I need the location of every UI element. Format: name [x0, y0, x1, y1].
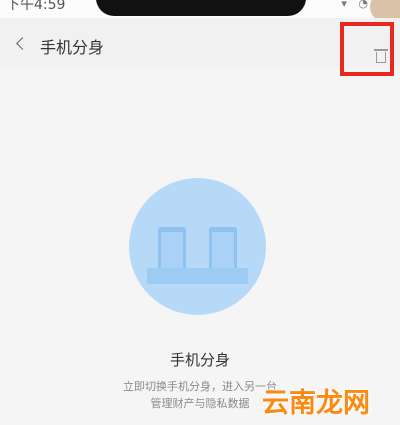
back-button[interactable] — [10, 28, 34, 58]
status-bar: 下午4:59 ▾ ◔ — [0, 0, 400, 22]
dual-phone-illustration — [129, 178, 266, 315]
trash-icon — [376, 52, 386, 63]
illustration-floor — [147, 268, 248, 284]
camera-notch — [96, 0, 306, 16]
status-time: 下午4:59 — [6, 0, 66, 13]
trash-lid-icon — [374, 49, 388, 51]
watermark-logo: 云南龙网 — [262, 388, 370, 419]
chevron-left-icon — [15, 36, 29, 50]
feature-title: 手机分身 — [169, 351, 230, 369]
page-title: 手机分身 — [40, 38, 105, 57]
status-icons: ▾ ◔ — [341, 0, 372, 10]
delete-button[interactable] — [340, 22, 394, 76]
